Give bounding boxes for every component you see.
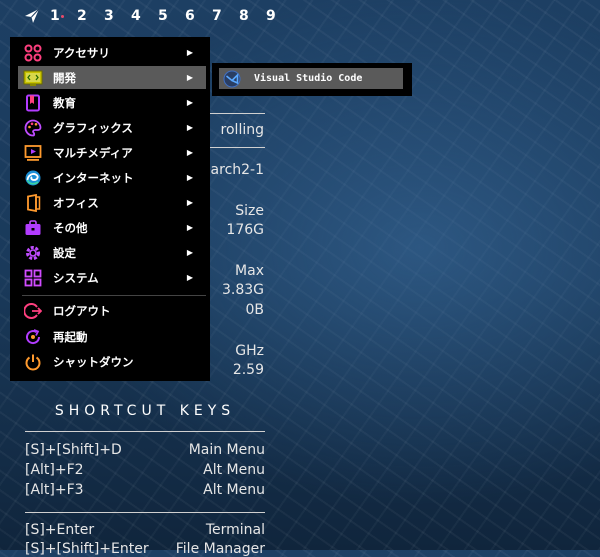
menu-item-label: 再起動 bbox=[53, 329, 88, 344]
workspace-3[interactable]: 3 bbox=[104, 8, 131, 24]
reboot-icon bbox=[22, 326, 44, 348]
submenu-item-vscode[interactable]: Visual Studio Code bbox=[219, 68, 403, 89]
menu-item-label: システム bbox=[53, 270, 99, 285]
development-submenu: Visual Studio Code bbox=[212, 63, 412, 96]
submenu-arrow-icon: ▶ bbox=[186, 223, 193, 232]
internet-icon bbox=[22, 167, 44, 189]
shortcut-keys-title: SHORTCUT KEYS bbox=[54, 403, 236, 419]
menu-item-development[interactable]: 開発 ▶ bbox=[18, 66, 206, 89]
other-icon bbox=[22, 217, 44, 239]
vscode-icon bbox=[221, 68, 243, 89]
shortcut-row: [S]+[Shift]+Enter File Manager bbox=[25, 541, 265, 557]
office-icon bbox=[22, 192, 44, 214]
divider bbox=[210, 113, 265, 114]
menu-item-label: 教育 bbox=[53, 95, 76, 110]
shortcut-row: [S]+Enter Terminal bbox=[25, 522, 265, 538]
menu-item-office[interactable]: オフィス ▶ bbox=[18, 191, 206, 214]
shortcut-keys: [Alt]+F3 bbox=[25, 482, 84, 498]
shortcut-keys: [S]+Enter bbox=[25, 522, 95, 538]
multimedia-icon bbox=[22, 142, 44, 164]
logout-icon bbox=[22, 300, 44, 322]
accessories-icon bbox=[22, 42, 44, 64]
paper-plane-icon[interactable] bbox=[22, 6, 42, 26]
workspace-1[interactable]: 1 bbox=[50, 8, 77, 24]
menu-item-accessories[interactable]: アクセサリ ▶ bbox=[18, 41, 206, 64]
shortcut-action: Alt Menu bbox=[203, 482, 265, 498]
menu-item-label: インターネット bbox=[53, 170, 134, 185]
application-menu: アクセサリ ▶ 開発 ▶ 教育 ▶ グラフィックス ▶ マルチメディア ▶ イン… bbox=[10, 37, 210, 381]
menu-item-label: マルチメディア bbox=[53, 145, 133, 160]
settings-icon bbox=[22, 242, 44, 264]
menu-item-system[interactable]: システム ▶ bbox=[18, 266, 206, 289]
menu-item-shutdown[interactable]: シャットダウン bbox=[18, 350, 206, 373]
shortcut-keys: [S]+[Shift]+Enter bbox=[25, 541, 149, 557]
shortcut-row: [Alt]+F2 Alt Menu bbox=[25, 462, 265, 478]
graphics-icon bbox=[22, 117, 44, 139]
submenu-arrow-icon: ▶ bbox=[186, 273, 193, 282]
menu-item-label: グラフィックス bbox=[53, 120, 133, 135]
menu-item-label: オフィス bbox=[53, 195, 99, 210]
menu-item-settings[interactable]: 設定 ▶ bbox=[18, 241, 206, 264]
education-icon bbox=[22, 92, 44, 114]
shortcut-keys: [S]+[Shift]+D bbox=[25, 442, 122, 458]
menu-item-multimedia[interactable]: マルチメディア ▶ bbox=[18, 141, 206, 164]
divider bbox=[210, 147, 265, 148]
menu-item-logout[interactable]: ログアウト bbox=[18, 299, 206, 322]
top-bar: 1 2 3 4 5 6 7 8 9 bbox=[0, 0, 600, 32]
menu-item-label: 設定 bbox=[53, 245, 76, 260]
divider bbox=[25, 512, 265, 513]
development-icon bbox=[22, 67, 44, 89]
menu-item-graphics[interactable]: グラフィックス ▶ bbox=[18, 116, 206, 139]
menu-item-label: その他 bbox=[53, 220, 88, 235]
menu-item-education[interactable]: 教育 ▶ bbox=[18, 91, 206, 114]
workspace-8[interactable]: 8 bbox=[239, 8, 266, 24]
menu-separator bbox=[22, 295, 206, 296]
menu-item-label: ログアウト bbox=[53, 303, 111, 318]
submenu-item-label: Visual Studio Code bbox=[254, 73, 363, 84]
submenu-arrow-icon: ▶ bbox=[186, 48, 193, 57]
menu-item-label: アクセサリ bbox=[53, 45, 110, 60]
workspace-7[interactable]: 7 bbox=[212, 8, 239, 24]
workspace-5[interactable]: 5 bbox=[158, 8, 185, 24]
workspace-9[interactable]: 9 bbox=[266, 8, 293, 24]
shortcut-action: Main Menu bbox=[188, 442, 265, 458]
workspace-2[interactable]: 2 bbox=[77, 8, 104, 24]
system-icon bbox=[22, 267, 44, 289]
submenu-arrow-icon: ▶ bbox=[186, 148, 193, 157]
menu-item-label: 開発 bbox=[53, 70, 76, 85]
menu-item-other[interactable]: その他 ▶ bbox=[18, 216, 206, 239]
submenu-arrow-icon: ▶ bbox=[186, 123, 193, 132]
divider bbox=[25, 431, 265, 432]
workspace-switcher: 1 2 3 4 5 6 7 8 9 bbox=[50, 8, 293, 24]
shortcut-action: File Manager bbox=[175, 541, 265, 557]
submenu-arrow-icon: ▶ bbox=[186, 73, 193, 82]
submenu-arrow-icon: ▶ bbox=[186, 198, 193, 207]
shortcut-row: [S]+[Shift]+D Main Menu bbox=[25, 442, 265, 458]
workspace-4[interactable]: 4 bbox=[131, 8, 158, 24]
menu-item-internet[interactable]: インターネット ▶ bbox=[18, 166, 206, 189]
shortcut-keys: [Alt]+F2 bbox=[25, 462, 84, 478]
shortcut-action: Alt Menu bbox=[203, 462, 265, 478]
submenu-arrow-icon: ▶ bbox=[186, 248, 193, 257]
shutdown-icon bbox=[22, 351, 44, 373]
shortcut-action: Terminal bbox=[205, 522, 265, 538]
shortcut-row: [Alt]+F3 Alt Menu bbox=[25, 482, 265, 498]
submenu-arrow-icon: ▶ bbox=[186, 98, 193, 107]
submenu-arrow-icon: ▶ bbox=[186, 173, 193, 182]
menu-item-reboot[interactable]: 再起動 bbox=[18, 325, 206, 348]
workspace-6[interactable]: 6 bbox=[185, 8, 212, 24]
menu-item-label: シャットダウン bbox=[53, 354, 134, 369]
